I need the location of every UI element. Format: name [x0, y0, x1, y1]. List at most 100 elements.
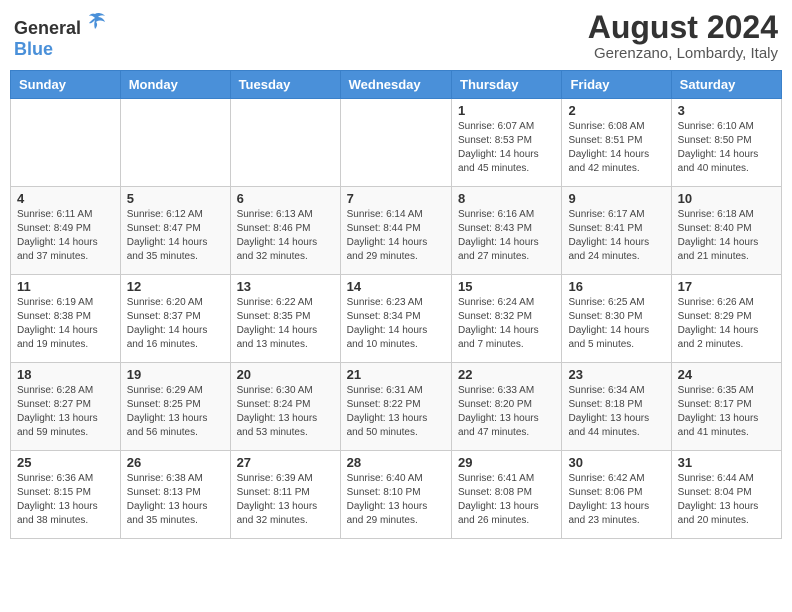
calendar-cell: 4Sunrise: 6:11 AM Sunset: 8:49 PM Daylig… [11, 187, 121, 275]
day-info: Sunrise: 6:20 AM Sunset: 8:37 PM Dayligh… [127, 296, 224, 352]
calendar-cell: 29Sunrise: 6:41 AM Sunset: 8:08 PM Dayli… [452, 451, 562, 539]
day-number: 9 [568, 191, 664, 206]
calendar-cell: 1 Sunrise: 6:07 AM Sunset: 8:53 PM Daylig… [452, 99, 562, 187]
day-info: Sunrise: 6:18 AM Sunset: 8:40 PM Dayligh… [678, 208, 775, 264]
day-number: 10 [678, 191, 775, 206]
day-number: 2 [568, 103, 664, 118]
weekday-header-sunday: Sunday [11, 71, 121, 99]
calendar-cell: 14Sunrise: 6:23 AM Sunset: 8:34 PM Dayli… [340, 275, 451, 363]
day-info: Sunrise: 6:08 AM Sunset: 8:51 PM Dayligh… [568, 120, 664, 176]
calendar-cell: 28 Sunrise: 6:40 AM Sunset: 8:10 PM Dayli… [340, 451, 451, 539]
day-info: Sunrise: 6:25 AM Sunset: 8:30 PM Dayligh… [568, 296, 664, 352]
day-info: Sunrise: 6:40 AM Sunset: 8:10 PM Dayligh… [347, 472, 445, 528]
day-number: 3 [678, 103, 775, 118]
logo-bird-icon [83, 10, 107, 34]
day-number: 31 [678, 455, 775, 470]
day-info: Sunrise: 6:42 AM Sunset: 8:06 PM Dayligh… [568, 472, 664, 528]
day-number: 22 [458, 367, 555, 382]
weekday-header-tuesday: Tuesday [230, 71, 340, 99]
day-info: Sunrise: 6:14 AM Sunset: 8:44 PM Dayligh… [347, 208, 445, 264]
calendar-cell: 8 Sunrise: 6:16 AM Sunset: 8:43 PM Daylig… [452, 187, 562, 275]
day-number: 20 [237, 367, 334, 382]
day-info: Sunrise: 6:35 AM Sunset: 8:17 PM Dayligh… [678, 384, 775, 440]
day-info: Sunrise: 6:24 AM Sunset: 8:32 PM Dayligh… [458, 296, 555, 352]
day-info: Sunrise: 6:11 AM Sunset: 8:49 PM Dayligh… [17, 208, 114, 264]
calendar-week-4: 18 Sunrise: 6:28 AM Sunset: 8:27 PM Dayli… [11, 363, 782, 451]
day-info: Sunrise: 6:22 AM Sunset: 8:35 PM Dayligh… [237, 296, 334, 352]
day-number: 14 [347, 279, 445, 294]
day-info: Sunrise: 6:39 AM Sunset: 8:11 PM Dayligh… [237, 472, 334, 528]
day-info: Sunrise: 6:16 AM Sunset: 8:43 PM Dayligh… [458, 208, 555, 264]
calendar-week-1: 1 Sunrise: 6:07 AM Sunset: 8:53 PM Daylig… [11, 99, 782, 187]
calendar-week-5: 25Sunrise: 6:36 AM Sunset: 8:15 PM Dayli… [11, 451, 782, 539]
calendar-cell: 17Sunrise: 6:26 AM Sunset: 8:29 PM Dayli… [671, 275, 781, 363]
calendar-cell: 13Sunrise: 6:22 AM Sunset: 8:35 PM Dayli… [230, 275, 340, 363]
day-number: 28 [347, 455, 445, 470]
calendar-cell [120, 99, 230, 187]
calendar-cell: 19Sunrise: 6:29 AM Sunset: 8:25 PM Dayli… [120, 363, 230, 451]
calendar-cell: 18 Sunrise: 6:28 AM Sunset: 8:27 PM Dayli… [11, 363, 121, 451]
weekday-header-row: SundayMondayTuesdayWednesdayThursdayFrid… [11, 71, 782, 99]
month-year-title: August 2024 [588, 10, 778, 45]
calendar-cell: 27 Sunrise: 6:39 AM Sunset: 8:11 PM Dayli… [230, 451, 340, 539]
day-number: 7 [347, 191, 445, 206]
day-info: Sunrise: 6:17 AM Sunset: 8:41 PM Dayligh… [568, 208, 664, 264]
day-info: Sunrise: 6:36 AM Sunset: 8:15 PM Dayligh… [17, 472, 114, 528]
calendar-cell: 31 Sunrise: 6:44 AM Sunset: 8:04 PM Dayli… [671, 451, 781, 539]
calendar-cell: 21 Sunrise: 6:31 AM Sunset: 8:22 PM Dayli… [340, 363, 451, 451]
calendar-cell: 16 Sunrise: 6:25 AM Sunset: 8:30 PM Dayli… [562, 275, 671, 363]
day-info: Sunrise: 6:33 AM Sunset: 8:20 PM Dayligh… [458, 384, 555, 440]
calendar-cell: 26Sunrise: 6:38 AM Sunset: 8:13 PM Dayli… [120, 451, 230, 539]
calendar-cell [230, 99, 340, 187]
day-number: 8 [458, 191, 555, 206]
calendar-cell: 15 Sunrise: 6:24 AM Sunset: 8:32 PM Dayli… [452, 275, 562, 363]
calendar-cell: 10 Sunrise: 6:18 AM Sunset: 8:40 PM Dayli… [671, 187, 781, 275]
day-number: 6 [237, 191, 334, 206]
calendar-cell: 11 Sunrise: 6:19 AM Sunset: 8:38 PM Dayli… [11, 275, 121, 363]
weekday-header-friday: Friday [562, 71, 671, 99]
day-info: Sunrise: 6:07 AM Sunset: 8:53 PM Dayligh… [458, 120, 555, 176]
day-number: 5 [127, 191, 224, 206]
day-info: Sunrise: 6:34 AM Sunset: 8:18 PM Dayligh… [568, 384, 664, 440]
calendar-cell: 7 Sunrise: 6:14 AM Sunset: 8:44 PM Daylig… [340, 187, 451, 275]
day-info: Sunrise: 6:26 AM Sunset: 8:29 PM Dayligh… [678, 296, 775, 352]
weekday-header-saturday: Saturday [671, 71, 781, 99]
logo: General Blue [14, 10, 107, 60]
day-info: Sunrise: 6:44 AM Sunset: 8:04 PM Dayligh… [678, 472, 775, 528]
day-number: 18 [17, 367, 114, 382]
logo-general: General [14, 18, 81, 38]
day-number: 11 [17, 279, 114, 294]
title-section: August 2024 Gerenzano, Lombardy, Italy [588, 10, 778, 62]
calendar-cell: 2 Sunrise: 6:08 AM Sunset: 8:51 PM Daylig… [562, 99, 671, 187]
calendar-table: SundayMondayTuesdayWednesdayThursdayFrid… [10, 70, 782, 539]
day-number: 29 [458, 455, 555, 470]
day-number: 27 [237, 455, 334, 470]
day-number: 23 [568, 367, 664, 382]
day-info: Sunrise: 6:28 AM Sunset: 8:27 PM Dayligh… [17, 384, 114, 440]
day-number: 16 [568, 279, 664, 294]
calendar-cell: 25Sunrise: 6:36 AM Sunset: 8:15 PM Dayli… [11, 451, 121, 539]
day-info: Sunrise: 6:38 AM Sunset: 8:13 PM Dayligh… [127, 472, 224, 528]
page-header: General Blue August 2024 Gerenzano, Lomb… [10, 10, 782, 62]
calendar-cell [11, 99, 121, 187]
day-number: 15 [458, 279, 555, 294]
weekday-header-monday: Monday [120, 71, 230, 99]
day-info: Sunrise: 6:30 AM Sunset: 8:24 PM Dayligh… [237, 384, 334, 440]
day-info: Sunrise: 6:19 AM Sunset: 8:38 PM Dayligh… [17, 296, 114, 352]
day-number: 19 [127, 367, 224, 382]
day-info: Sunrise: 6:31 AM Sunset: 8:22 PM Dayligh… [347, 384, 445, 440]
day-number: 21 [347, 367, 445, 382]
calendar-cell: 22 Sunrise: 6:33 AM Sunset: 8:20 PM Dayli… [452, 363, 562, 451]
calendar-week-2: 4Sunrise: 6:11 AM Sunset: 8:49 PM Daylig… [11, 187, 782, 275]
calendar-cell: 23 Sunrise: 6:34 AM Sunset: 8:18 PM Dayli… [562, 363, 671, 451]
day-number: 24 [678, 367, 775, 382]
day-number: 30 [568, 455, 664, 470]
day-number: 1 [458, 103, 555, 118]
weekday-header-thursday: Thursday [452, 71, 562, 99]
location-subtitle: Gerenzano, Lombardy, Italy [588, 45, 778, 62]
calendar-cell [340, 99, 451, 187]
calendar-cell: 6 Sunrise: 6:13 AM Sunset: 8:46 PM Daylig… [230, 187, 340, 275]
calendar-cell: 30 Sunrise: 6:42 AM Sunset: 8:06 PM Dayli… [562, 451, 671, 539]
day-info: Sunrise: 6:13 AM Sunset: 8:46 PM Dayligh… [237, 208, 334, 264]
calendar-cell: 3Sunrise: 6:10 AM Sunset: 8:50 PM Daylig… [671, 99, 781, 187]
